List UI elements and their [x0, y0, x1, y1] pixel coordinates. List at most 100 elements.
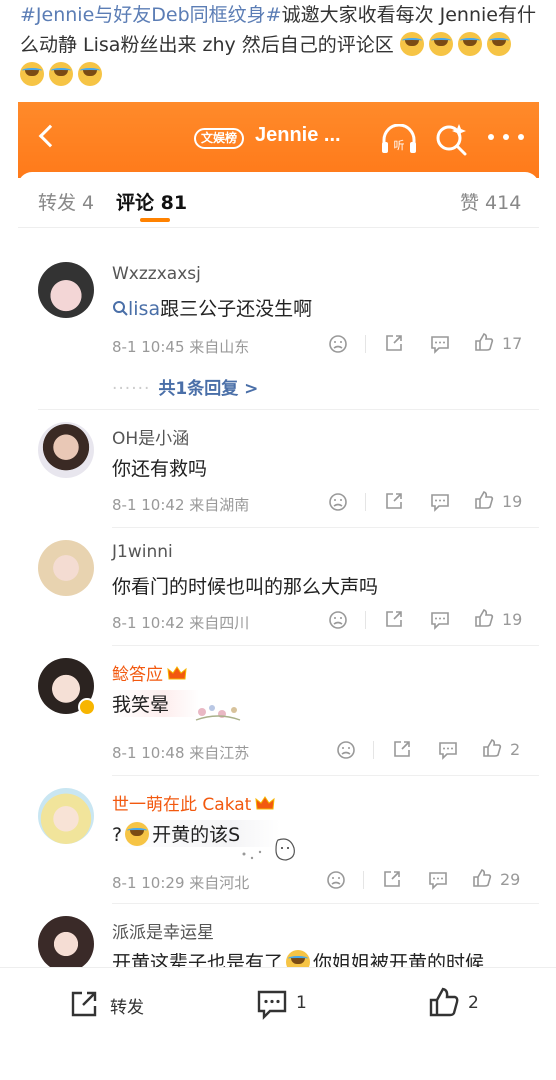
svg-text:听: 听: [394, 139, 405, 152]
share-icon[interactable]: [384, 491, 404, 511]
avatar[interactable]: [38, 262, 94, 318]
divider: [365, 335, 366, 353]
comment-text: 你还有救吗: [112, 458, 208, 480]
laugh-cry-emoji-icon: [486, 32, 511, 56]
crown-icon: [167, 666, 187, 680]
comment-icon[interactable]: [429, 610, 451, 630]
bottom-action-bar: 转发 1 2: [0, 967, 556, 1080]
username-label: 世一萌在此 Cakat: [112, 795, 252, 815]
comment-username[interactable]: Wxzzxaxsj: [112, 264, 201, 284]
comment-item: Wxzzxaxsj lisa跟三公子还没生啊 8-1 10:45 来自山东 17…: [18, 250, 539, 410]
comment-icon[interactable]: [427, 870, 449, 890]
like-count: 19: [502, 610, 523, 629]
like-icon[interactable]: [472, 868, 492, 888]
laugh-cry-emoji-icon: [286, 950, 311, 967]
like-count: 29: [500, 870, 521, 889]
comment-username[interactable]: 鲶答应: [112, 660, 187, 685]
post-text: #Jennie与好友Deb同框纹身#诚邀大家收看每次 Jennie有什么动静 L…: [20, 0, 540, 90]
comment-item: 派派是幸运星 开黄这辈子也是有了 你姐姐被开黄的时候: [18, 904, 539, 967]
ghost-sticker-icon: [242, 838, 295, 861]
share-icon[interactable]: [384, 609, 404, 629]
laugh-cry-emoji-icon: [399, 32, 424, 56]
comment-item: OH是小涵 你还有救吗 8-1 10:42 来自湖南 19: [18, 410, 539, 528]
search-link[interactable]: lisa: [128, 298, 160, 320]
comment-icon[interactable]: [429, 492, 451, 512]
comment-text: 我笑晕: [112, 690, 200, 717]
more-icon[interactable]: [488, 134, 524, 142]
search-sparkle-icon[interactable]: [434, 122, 468, 156]
comment-icon[interactable]: [429, 334, 451, 354]
comment-meta: 8-1 10:42 来自湖南: [112, 496, 250, 514]
comment-meta: 8-1 10:42 来自四川: [112, 614, 250, 632]
comment-item: 世一萌在此 Cakat ? 开黄的该S 8-1 10:29 来自河北 29: [18, 776, 539, 904]
comment-username[interactable]: 派派是幸运星: [112, 918, 214, 943]
avatar[interactable]: [38, 422, 94, 478]
comments-sheet: 转发 4 评论 81 赞 414 Wxzzxaxsj lisa跟三公子还没生啊 …: [18, 172, 539, 967]
comment-username[interactable]: J1winni: [112, 542, 173, 562]
comment-body: 开黄的该S: [152, 824, 241, 846]
tab-comments[interactable]: 评论 81: [116, 188, 187, 215]
replies-label: 共1条回复 >: [158, 379, 259, 399]
flower-sticker-icon: [195, 705, 241, 721]
avatar[interactable]: [38, 788, 94, 844]
comment-prefix: ?: [112, 824, 123, 846]
topic-hashtag[interactable]: #Jennie与好友Deb同框纹身#: [20, 4, 282, 26]
comment-body-tail: 你姐姐被开黄的时候: [313, 952, 485, 967]
laugh-cry-emoji-icon: [49, 62, 73, 86]
like-icon[interactable]: [474, 332, 494, 352]
repost-button[interactable]: 转发: [110, 993, 144, 1018]
divider: [373, 741, 374, 759]
divider: [365, 493, 366, 511]
repost-icon[interactable]: [68, 988, 100, 1020]
comment-icon[interactable]: [256, 988, 288, 1020]
topic-title[interactable]: Jennie ...: [255, 124, 341, 147]
dislike-icon[interactable]: [328, 492, 348, 512]
listen-icon[interactable]: 听: [380, 124, 418, 156]
laugh-cry-emoji-icon: [78, 62, 102, 86]
like-count: 19: [502, 492, 523, 511]
divider: [365, 611, 366, 629]
dislike-icon[interactable]: [328, 610, 348, 630]
tab-repost[interactable]: 转发 4: [38, 188, 94, 215]
like-count[interactable]: 2: [468, 993, 479, 1013]
like-icon[interactable]: [482, 738, 502, 758]
tab-bar: 转发 4 评论 81 赞 414: [18, 172, 539, 228]
comment-body: 开黄这辈子也是有了: [112, 952, 284, 967]
divider: [363, 871, 364, 889]
crying-emoji-icon: [125, 822, 150, 846]
comment-body: 跟三公子还没生啊: [160, 298, 313, 320]
dislike-icon[interactable]: [336, 740, 356, 760]
view-replies-link[interactable]: ······ 共1条回复 >: [112, 374, 258, 399]
comment-meta: 8-1 10:48 来自江苏: [112, 744, 250, 762]
like-icon[interactable]: [474, 608, 494, 628]
active-tab-indicator: [140, 218, 170, 222]
share-icon[interactable]: [382, 869, 402, 889]
dislike-icon[interactable]: [328, 334, 348, 354]
comment-text: lisa跟三公子还没生啊: [112, 294, 312, 321]
share-icon[interactable]: [384, 333, 404, 353]
username-label: 鲶答应: [112, 665, 163, 685]
avatar[interactable]: [38, 540, 94, 596]
comment-username[interactable]: 世一萌在此 Cakat: [112, 790, 275, 815]
search-icon: [113, 301, 128, 316]
comment-count[interactable]: 1: [296, 993, 307, 1013]
comment-username[interactable]: OH是小涵: [112, 424, 189, 449]
laugh-cry-emoji-icon: [20, 62, 44, 86]
comment-icon[interactable]: [437, 740, 459, 760]
comment-text: 你看门的时候也叫的那么大声吗: [112, 576, 379, 598]
like-count: 17: [502, 334, 523, 353]
like-icon[interactable]: [474, 490, 494, 510]
topic-badge: 文娱榜: [194, 128, 245, 149]
top-bar: 文娱榜 Jennie ... 听: [18, 102, 539, 178]
comment-text: 开黄这辈子也是有了 你姐姐被开黄的时候: [112, 948, 484, 967]
avatar[interactable]: [38, 916, 94, 967]
embedded-screenshot: 文娱榜 Jennie ... 听 转发 4 评论 81 赞 414 Wxzzxa…: [18, 102, 539, 967]
dislike-icon[interactable]: [326, 870, 346, 890]
comment-meta: 8-1 10:45 来自山东: [112, 338, 250, 356]
laugh-cry-emoji-icon: [457, 32, 482, 56]
tab-likes[interactable]: 赞 414: [460, 188, 521, 215]
share-icon[interactable]: [392, 739, 412, 759]
back-icon[interactable]: [38, 124, 62, 148]
comment-item: J1winni 你看门的时候也叫的那么大声吗 8-1 10:42 来自四川 19: [18, 528, 539, 646]
like-icon[interactable]: [428, 986, 460, 1018]
